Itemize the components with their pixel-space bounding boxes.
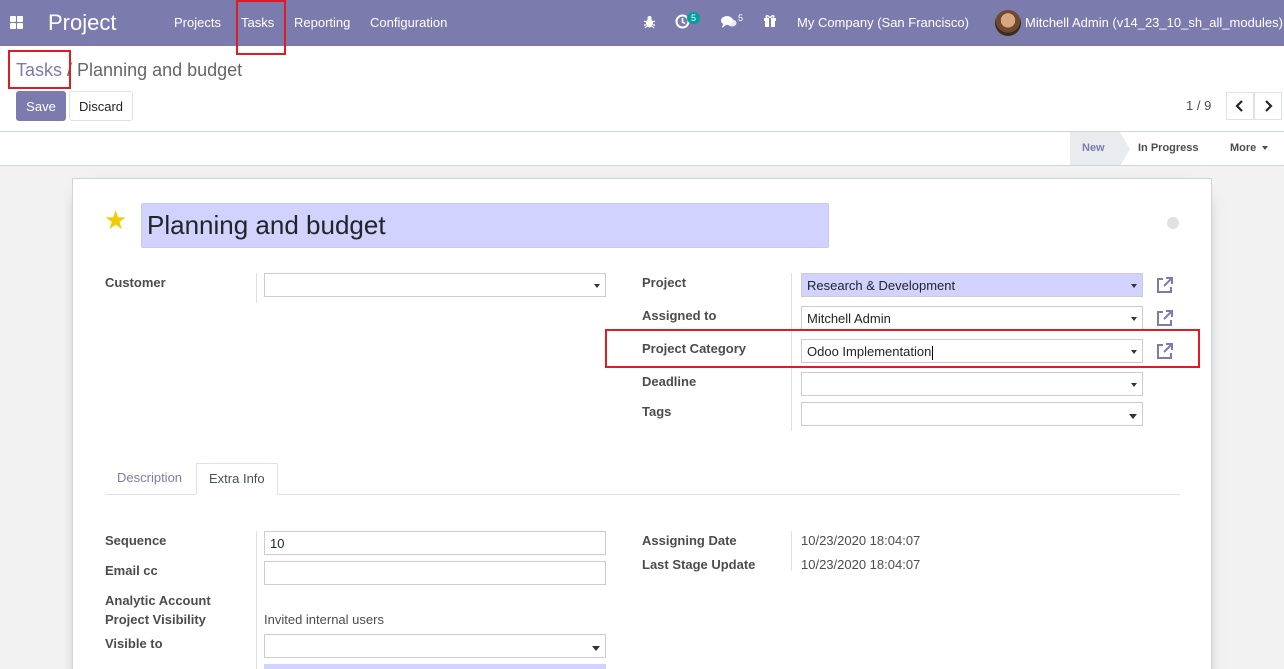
field-divider — [256, 531, 257, 669]
kanban-state-dot[interactable] — [1167, 217, 1179, 229]
last-stage-update-label: Last Stage Update — [642, 557, 756, 572]
apps-menu-icon[interactable] — [10, 16, 23, 29]
pager-next-button[interactable] — [1254, 92, 1282, 120]
tab-description[interactable]: Description — [105, 463, 194, 495]
external-link-icon[interactable] — [1155, 341, 1175, 361]
project-label: Project — [642, 275, 687, 290]
bug-icon[interactable] — [643, 15, 656, 29]
form-sheet: ★ Planning and budget Customer Project R… — [72, 178, 1212, 669]
breadcrumb-tasks-link[interactable]: Tasks — [16, 60, 62, 80]
email-cc-input[interactable] — [264, 561, 606, 585]
message-count: 5 — [738, 13, 744, 23]
priority-star-icon[interactable]: ★ — [104, 207, 127, 233]
stage-divider — [1207, 132, 1217, 166]
caret-down-icon — [1262, 146, 1269, 151]
external-link-icon[interactable] — [1155, 308, 1175, 328]
stage-more-dropdown[interactable]: More — [1218, 132, 1284, 165]
field-divider — [791, 273, 792, 431]
stage-more-label: More — [1230, 142, 1257, 154]
visible-to-select[interactable] — [264, 634, 606, 658]
assigning-date-value: 10/23/2020 18:04:07 — [801, 533, 921, 548]
chevron-left-icon — [1235, 100, 1243, 112]
field-divider — [256, 273, 257, 303]
menu-configuration[interactable]: Configuration — [370, 15, 447, 30]
project-visibility-label: Project Visibility — [105, 612, 206, 627]
activity-count-badge: 5 — [687, 12, 701, 24]
sequence-label: Sequence — [105, 533, 167, 548]
save-button[interactable]: Save — [16, 91, 66, 121]
email-cc-label: Email cc — [105, 563, 158, 578]
customer-label: Customer — [105, 275, 166, 290]
user-avatar[interactable] — [995, 10, 1021, 36]
deadline-label: Deadline — [642, 374, 697, 389]
visible-to-label: Visible to — [105, 636, 163, 651]
caret-down-icon — [1131, 317, 1137, 321]
tags-label: Tags — [642, 404, 672, 419]
caret-down-icon — [594, 284, 600, 288]
caret-down-icon — [1131, 350, 1137, 354]
project-category-select[interactable]: Odoo Implementation — [801, 339, 1143, 363]
menu-projects[interactable]: Projects — [174, 15, 221, 30]
company-switcher[interactable]: My Company (San Francisco) — [797, 15, 969, 30]
messages-icon[interactable] — [721, 15, 737, 29]
assigned-to-select[interactable]: Mitchell Admin — [801, 306, 1143, 330]
tab-extra-info[interactable]: Extra Info — [196, 463, 278, 495]
caret-down-icon — [1131, 383, 1137, 387]
next-required-field[interactable] — [264, 664, 606, 669]
assigned-to-label: Assigned to — [642, 308, 717, 323]
tags-select[interactable] — [801, 402, 1143, 426]
project-category-value: Odoo Implementation — [807, 344, 932, 359]
stage-new[interactable]: New — [1070, 132, 1120, 165]
top-navbar: Project Projects Tasks Reporting Configu… — [0, 0, 1284, 46]
field-divider — [791, 531, 792, 571]
external-link-icon[interactable] — [1155, 275, 1175, 295]
user-menu[interactable]: Mitchell Admin (v14_23_10_sh_all_modules… — [1025, 15, 1283, 30]
project-value: Research & Development — [807, 278, 956, 293]
text-cursor — [932, 345, 934, 360]
breadcrumb-separator: / — [62, 60, 78, 80]
chevron-right-icon — [1265, 100, 1273, 112]
gift-icon[interactable] — [763, 14, 777, 28]
discard-button[interactable]: Discard — [69, 91, 133, 121]
notebook-tabs: Description Extra Info — [105, 463, 1180, 495]
project-category-label: Project Category — [642, 341, 747, 356]
sequence-input[interactable]: 10 — [264, 531, 606, 555]
customer-select[interactable] — [264, 273, 606, 297]
breadcrumb: Tasks / Planning and budget — [16, 60, 242, 81]
app-brand[interactable]: Project — [48, 10, 116, 36]
stage-in-progress[interactable]: In Progress — [1126, 132, 1211, 165]
deadline-input[interactable] — [801, 372, 1143, 396]
assigned-to-value: Mitchell Admin — [807, 311, 891, 326]
project-visibility-value: Invited internal users — [264, 612, 384, 627]
pager-previous-button[interactable] — [1226, 92, 1254, 120]
menu-tasks[interactable]: Tasks — [241, 15, 274, 30]
breadcrumb-current: Planning and budget — [77, 60, 243, 80]
caret-down-icon — [1131, 284, 1137, 288]
caret-down-icon — [1129, 414, 1137, 419]
project-select[interactable]: Research & Development — [801, 273, 1143, 297]
last-stage-update-value: 10/23/2020 18:04:07 — [801, 557, 921, 572]
stage-statusbar: New In Progress More — [0, 132, 1284, 166]
menu-reporting[interactable]: Reporting — [294, 15, 350, 30]
assigning-date-label: Assigning Date — [642, 533, 737, 548]
analytic-account-label: Analytic Account — [105, 593, 211, 608]
pager-value[interactable]: 1 / 9 — [1186, 98, 1211, 113]
control-panel: Tasks / Planning and budget Save Discard… — [0, 46, 1284, 132]
task-title-input[interactable]: Planning and budget — [141, 203, 829, 248]
caret-down-icon — [592, 646, 600, 651]
